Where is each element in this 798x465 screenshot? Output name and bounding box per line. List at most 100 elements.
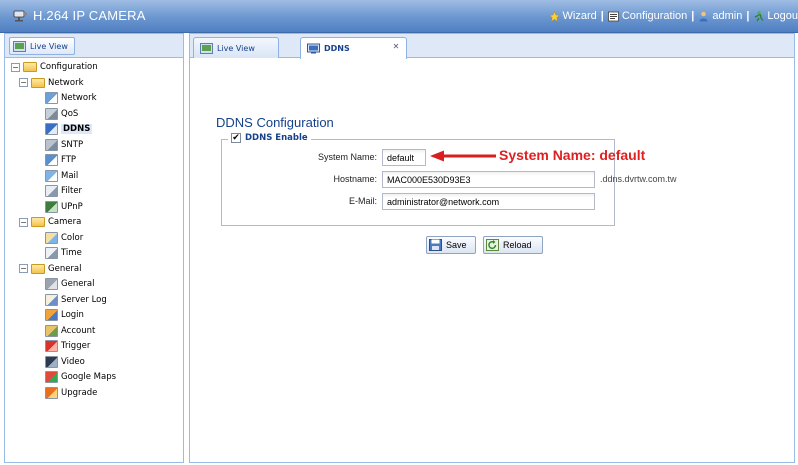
tree-item-upgrade[interactable]: Upgrade [45,386,97,400]
main-panel: Live View DDNS ✕ DDNS Configuration ✔ DD… [189,33,795,463]
tree-item-color[interactable]: Color [45,231,83,245]
filter-icon [45,185,58,197]
upnp-icon [45,200,58,213]
save-label: Save [446,240,467,250]
tree-item-label: Account [61,325,96,336]
logout-icon [755,10,764,21]
ddns-enable-legend: ✔ DDNS Enable [228,133,311,143]
collapse-toggle-icon[interactable]: − [19,217,28,227]
mail-icon [45,169,58,182]
upgrade-icon [45,386,58,399]
tree-item-label: DDNS [61,124,93,134]
qos-icon [45,107,58,120]
tree-item-login[interactable]: Login [45,308,84,322]
tree-item-network[interactable]: Network [45,91,97,105]
configuration-link[interactable]: Configuration [607,10,688,22]
tree-item-trigger[interactable]: Trigger [45,339,90,353]
camera-logo-icon [13,10,27,22]
server-log-icon [45,293,58,306]
tree-item-server-log[interactable]: Server Log [45,293,107,307]
tree-item-label: Network [61,93,97,103]
tree-item-video[interactable]: Video [45,355,85,369]
folder-icon [23,62,37,72]
tree-item-filter[interactable]: Filter [45,184,82,198]
save-icon [429,239,442,251]
tree-item-label: Filter [61,186,83,196]
tree-item-time[interactable]: Time [45,246,82,260]
account-icon [45,324,58,337]
ftp-icon [45,154,58,166]
tree-item-qos[interactable]: QoS [45,107,78,121]
tree-item-upnp[interactable]: UPnP [45,200,83,214]
live-view-icon [13,40,26,52]
tree-item-mail[interactable]: Mail [45,169,78,183]
wizard-label: Wizard [562,10,597,22]
tree-item-label: UPnP [61,201,83,212]
save-button[interactable]: Save [426,236,476,254]
tree-item-account[interactable]: Account [45,324,95,338]
email-label: E-Mail: [348,196,377,206]
ddns-enable-checkbox[interactable]: ✔ [231,133,241,143]
left-live-view-tab[interactable]: Live View [9,37,75,55]
tree-item-google-maps[interactable]: Google Maps [45,370,116,384]
ddns-enable-label: DDNS Enable [245,133,308,143]
tree-item-label: Color [61,232,84,243]
hostname-input[interactable] [382,171,595,188]
tree-item-label: Configuration [40,62,98,72]
folder-icon [31,263,45,274]
tree-item-general[interactable]: − General [19,262,82,276]
tree-item-ddns[interactable]: DDNS [45,122,93,136]
admin-label: admin [712,10,743,22]
folder-icon [31,217,45,227]
network-icon [45,92,58,104]
video-icon [45,355,58,368]
logout-link[interactable]: Logou [753,10,798,22]
tree-item-ftp[interactable]: FTP [45,153,76,167]
ddns-icon [307,43,320,54]
general-icon [45,278,58,290]
annotation-arrow [430,150,496,162]
tree-item-label: Video [61,356,85,367]
color-icon [45,231,58,244]
tree-item-label: Camera [48,217,82,227]
wizard-link[interactable]: Wizard [548,10,597,22]
trigger-icon [45,340,58,352]
tab-live-view[interactable]: Live View [193,37,279,58]
close-icon[interactable]: ✕ [391,42,401,52]
email-input[interactable] [382,193,595,210]
collapse-toggle-icon[interactable]: − [19,78,28,87]
tree-item-camera[interactable]: − Camera [19,215,81,229]
tree-item-general[interactable]: General [45,277,95,291]
tree-item-label: General [61,279,95,289]
configuration-label: Configuration [621,10,688,22]
annotation-text: System Name: default [499,147,646,163]
tree-item-label: Google Maps [61,372,117,382]
system-name-input[interactable] [382,149,426,166]
folder-icon [31,77,45,88]
nav-separator: | [746,10,750,22]
login-icon [45,309,58,321]
collapse-toggle-icon[interactable]: − [11,62,20,72]
configuration-icon [607,11,619,21]
tree-item-label: QoS [61,108,79,119]
app-header: H.264 IP CAMERA Wizard | Configuration | [0,0,798,33]
sntp-icon [45,138,58,151]
live-view-icon [200,42,213,54]
tree-item-network[interactable]: − Network [19,76,84,90]
ddns-icon [45,123,58,135]
nav-separator: | [691,10,695,22]
tree-item-label: Upgrade [61,387,98,398]
collapse-toggle-icon[interactable]: − [19,264,28,273]
tab-label: Live View [217,43,255,53]
hostname-domain-suffix: .ddns.dvrtw.com.tw [600,174,677,184]
tab-ddns[interactable]: DDNS ✕ [300,37,407,59]
tree-item-sntp[interactable]: SNTP [45,138,83,152]
tree-item-configuration[interactable]: − Configuration [11,60,98,74]
app-title: H.264 IP CAMERA [33,8,146,23]
main-tabstrip: Live View DDNS ✕ [190,34,794,59]
admin-link[interactable]: admin [698,10,742,22]
logout-label: Logou [767,10,798,22]
reload-button[interactable]: Reload [483,236,543,254]
tab-label: DDNS [324,44,350,53]
nav-separator: | [600,10,604,22]
